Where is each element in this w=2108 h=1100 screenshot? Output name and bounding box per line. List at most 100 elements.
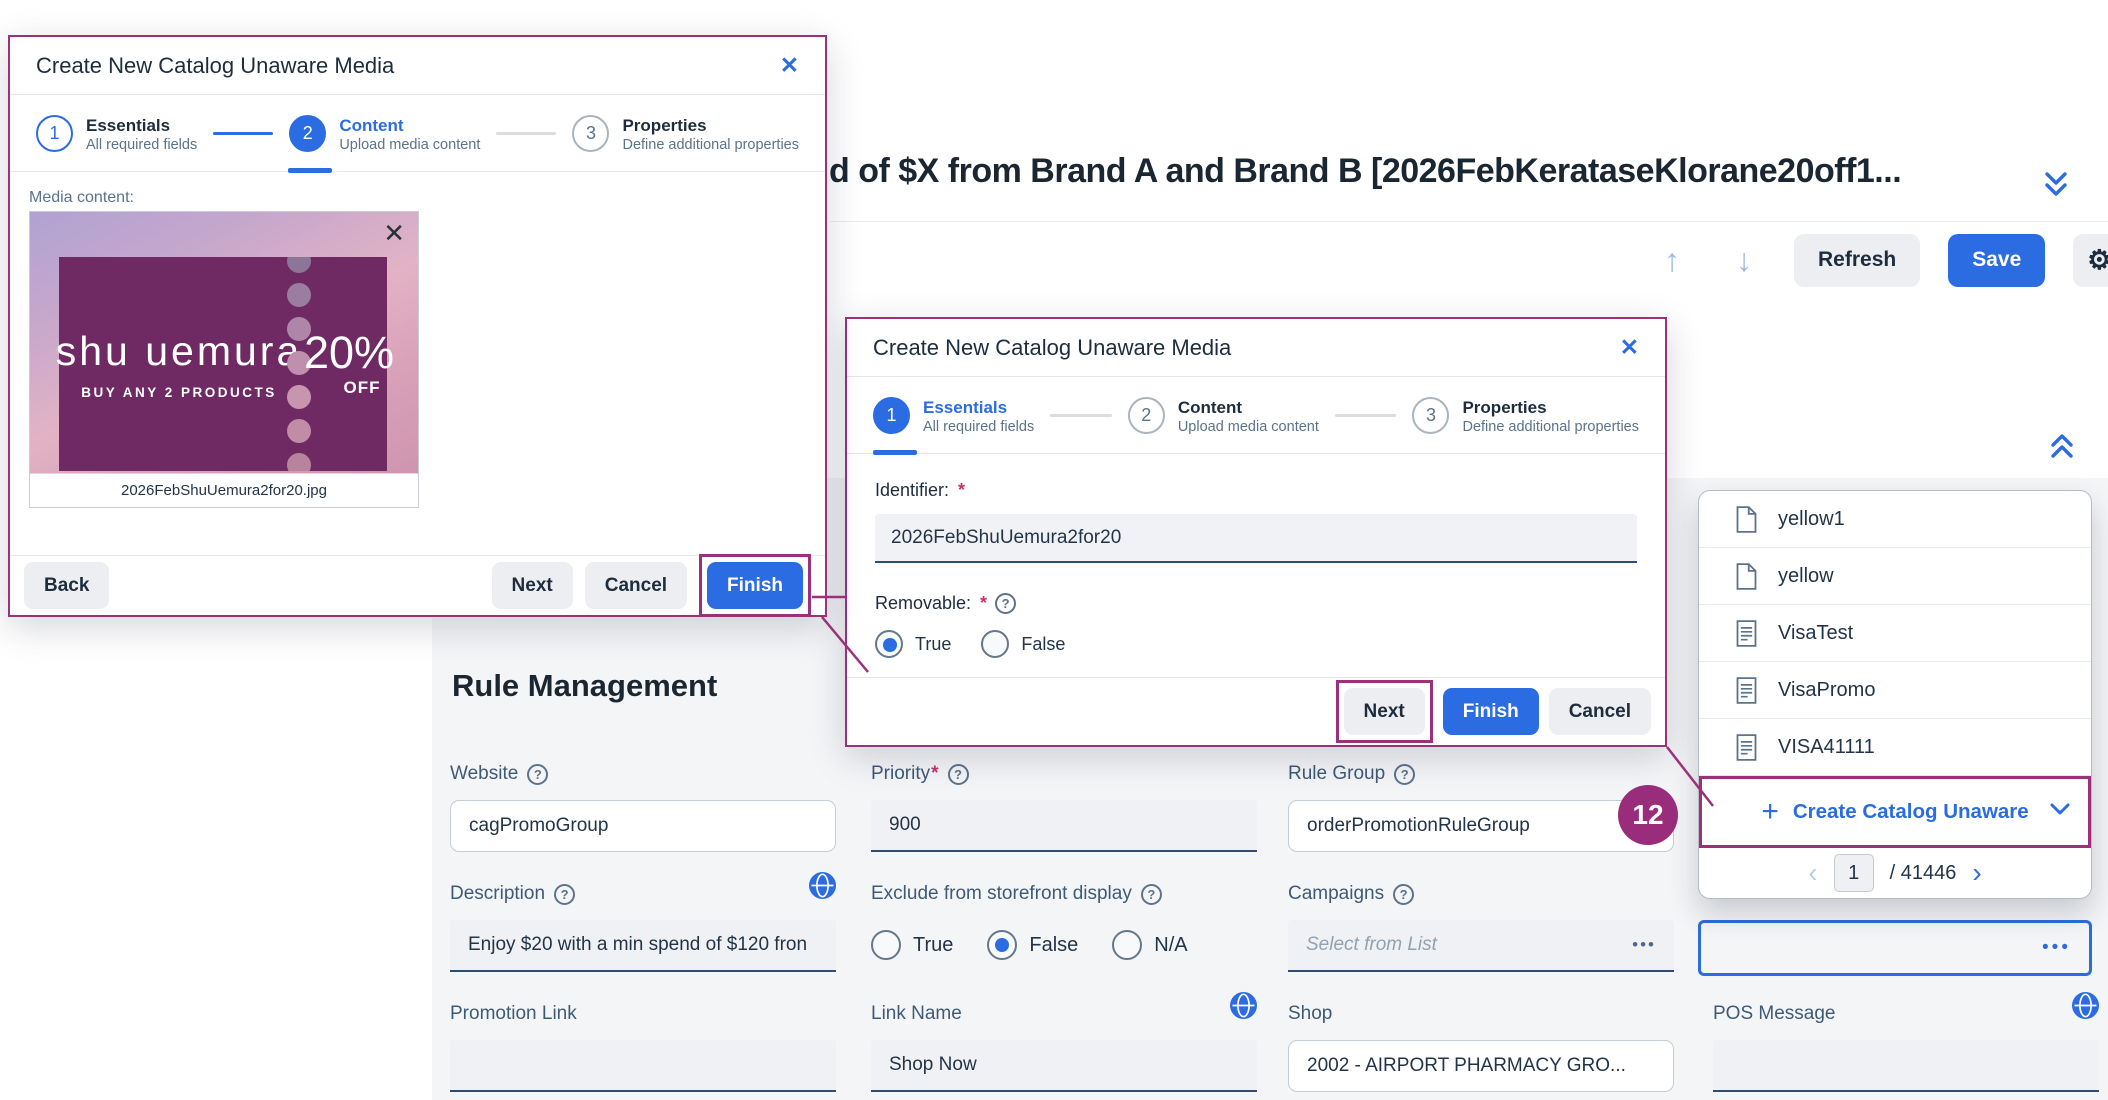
- help-icon[interactable]: ?: [1141, 884, 1162, 905]
- link-name-label: Link Name: [871, 1003, 962, 1025]
- finish-button[interactable]: Finish: [1443, 688, 1539, 735]
- step-essentials[interactable]: 1 EssentialsAll required fields: [36, 115, 197, 155]
- annotation-step-badge: 12: [1618, 785, 1678, 845]
- step-essentials[interactable]: 1 EssentialsAll required fields: [873, 397, 1034, 437]
- refresh-button[interactable]: Refresh: [1794, 234, 1920, 287]
- field-campaigns: Campaigns? Select from List•••: [1288, 880, 1674, 972]
- media-preview-image: ✕ shu uemura BUY ANY 2 PRODUCTS: [30, 212, 418, 473]
- wizard-steps: 1 EssentialsAll required fields 2 Conten…: [847, 377, 1665, 454]
- rule-group-input[interactable]: orderPromotionRuleGroup: [1288, 800, 1674, 852]
- priority-input[interactable]: 900: [871, 800, 1257, 852]
- value-help-icon[interactable]: •••: [1632, 935, 1656, 955]
- page-total: / 41446: [1890, 862, 1957, 885]
- pagination: ‹ 1 / 41446 ›: [1699, 848, 2091, 898]
- removable-radio-group: True False: [875, 630, 1637, 658]
- help-icon[interactable]: ?: [527, 764, 548, 785]
- annotation-highlight-next: Next: [1336, 680, 1433, 743]
- radio-na[interactable]: N/A: [1112, 930, 1187, 960]
- step-content[interactable]: 2 ContentUpload media content: [289, 115, 480, 155]
- description-input[interactable]: Enjoy $20 with a min spend of $120 fron: [450, 920, 836, 972]
- help-icon[interactable]: ?: [995, 593, 1016, 614]
- step-properties[interactable]: 3 PropertiesDefine additional properties: [1412, 397, 1639, 437]
- cancel-button[interactable]: Cancel: [585, 562, 687, 609]
- close-icon[interactable]: ✕: [1620, 334, 1639, 361]
- identifier-input[interactable]: 2026FebShuUemura2for20: [875, 514, 1637, 563]
- list-item[interactable]: VisaTest: [1699, 605, 2091, 662]
- page-number-input[interactable]: 1: [1834, 854, 1874, 892]
- list-item[interactable]: VISA41111: [1699, 719, 2091, 776]
- document-icon: [1735, 677, 1758, 704]
- media-content-label: Media content:: [29, 189, 134, 207]
- value-help-icon[interactable]: •••: [2042, 937, 2071, 959]
- promotion-link-input[interactable]: [450, 1040, 836, 1092]
- priority-label: Priority*: [871, 763, 939, 785]
- toolbar: ↑ ↓ Refresh Save ⚙: [1650, 233, 2108, 287]
- save-button[interactable]: Save: [1948, 234, 2045, 287]
- radio-false[interactable]: False: [987, 930, 1078, 960]
- cancel-button[interactable]: Cancel: [1549, 688, 1651, 735]
- file-icon: [1735, 506, 1758, 533]
- help-icon[interactable]: ?: [948, 764, 969, 785]
- wizard-steps: 1 EssentialsAll required fields 2 Conten…: [10, 95, 825, 172]
- step-properties[interactable]: 3 PropertiesDefine additional properties: [572, 115, 799, 155]
- radio-true[interactable]: True: [871, 930, 953, 960]
- campaigns-input[interactable]: Select from List•••: [1288, 920, 1674, 972]
- next-button[interactable]: Next: [492, 562, 573, 609]
- back-button[interactable]: Back: [24, 562, 109, 609]
- translate-globe-icon[interactable]: [2072, 992, 2099, 1024]
- create-media-dialog-content: Create New Catalog Unaware Media ✕ 1 Ess…: [8, 35, 827, 617]
- media-filename: 2026FebShuUemura2for20.jpg: [30, 473, 418, 507]
- field-website: Website? cagPromoGroup: [450, 760, 836, 852]
- close-icon[interactable]: ✕: [780, 52, 799, 79]
- dialog-title: Create New Catalog Unaware Media: [873, 335, 1231, 361]
- step-content[interactable]: 2 ContentUpload media content: [1128, 397, 1319, 437]
- finish-button[interactable]: Finish: [707, 562, 803, 609]
- chevron-double-up-icon[interactable]: [2042, 424, 2082, 468]
- arrow-down-icon[interactable]: ↓: [1722, 242, 1766, 279]
- field-pos-message: POS Message: [1713, 1000, 2099, 1092]
- field-link-name: Link Name Shop Now: [871, 1000, 1257, 1092]
- field-exclude-storefront: Exclude from storefront display? True Fa…: [871, 880, 1257, 960]
- translate-globe-icon[interactable]: [809, 872, 836, 904]
- page-prev-icon[interactable]: ‹: [1808, 857, 1817, 889]
- help-icon[interactable]: ?: [554, 884, 575, 905]
- next-button[interactable]: Next: [1344, 688, 1425, 735]
- radio-false[interactable]: False: [981, 630, 1065, 658]
- field-promotion-link: Promotion Link: [450, 1000, 836, 1092]
- removable-label: Removable:* ?: [875, 593, 1637, 614]
- document-icon: [1735, 620, 1758, 647]
- translate-globe-icon[interactable]: [1230, 992, 1257, 1024]
- radio-true[interactable]: True: [875, 630, 951, 658]
- link-name-input[interactable]: Shop Now: [871, 1040, 1257, 1092]
- shop-input[interactable]: 2002 - AIRPORT PHARMACY GRO...: [1288, 1040, 1674, 1092]
- website-input[interactable]: cagPromoGroup: [450, 800, 836, 852]
- remove-media-icon[interactable]: ✕: [383, 218, 405, 249]
- rule-group-label: Rule Group: [1288, 763, 1385, 785]
- field-rule-group: Rule Group? orderPromotionRuleGroup: [1288, 760, 1674, 852]
- media-value-field-focused[interactable]: •••: [1698, 920, 2092, 976]
- media-preview-card: ✕ shu uemura BUY ANY 2 PRODUCTS: [29, 211, 419, 508]
- chevron-down-icon[interactable]: [2050, 803, 2070, 821]
- required-asterisk: *: [958, 480, 965, 501]
- settings-button[interactable]: ⚙: [2073, 234, 2108, 287]
- help-icon[interactable]: ?: [1394, 764, 1415, 785]
- arrow-up-icon[interactable]: ↑: [1650, 242, 1694, 279]
- create-catalog-unaware-option[interactable]: + Create Catalog Unaware: [1699, 776, 2091, 848]
- pos-message-input[interactable]: [1713, 1040, 2099, 1092]
- list-item[interactable]: VisaPromo: [1699, 662, 2091, 719]
- chevron-double-down-glyph: [2043, 170, 2069, 200]
- pos-message-label: POS Message: [1713, 1003, 1836, 1025]
- campaigns-label: Campaigns: [1288, 883, 1384, 905]
- header-divider: [830, 221, 2108, 222]
- list-item[interactable]: yellow1: [1699, 491, 2091, 548]
- exclude-radio-group: True False N/A: [871, 930, 1257, 960]
- help-icon[interactable]: ?: [1393, 884, 1414, 905]
- file-icon: [1735, 563, 1758, 590]
- chevron-double-down-icon[interactable]: [2036, 163, 2076, 207]
- required-asterisk: *: [931, 763, 938, 784]
- list-item[interactable]: yellow: [1699, 548, 2091, 605]
- page-next-icon[interactable]: ›: [1972, 857, 1981, 889]
- description-label: Description: [450, 883, 545, 905]
- page-title: d of $X from Brand A and Brand B [2026Fe…: [829, 152, 1979, 191]
- field-description: Description? Enjoy $20 with a min spend …: [450, 880, 836, 972]
